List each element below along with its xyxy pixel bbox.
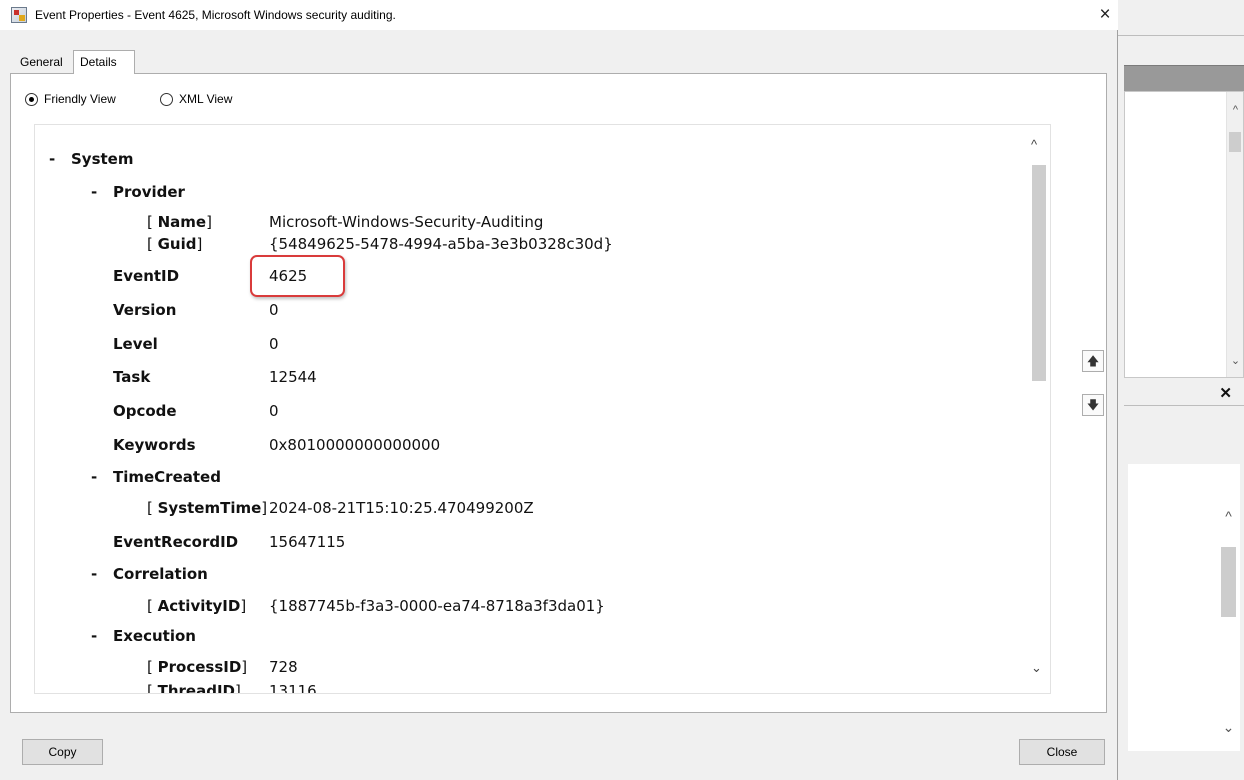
collapse-provider-icon[interactable]: - bbox=[91, 183, 97, 201]
close-window-button[interactable]: × bbox=[1092, 4, 1118, 26]
title-bar[interactable]: Event Properties - Event 4625, Microsoft… bbox=[0, 0, 1118, 30]
xml-view-label: XML View bbox=[179, 92, 233, 106]
field-opcode-value: 0 bbox=[269, 402, 279, 420]
attr-processid-value: 728 bbox=[269, 658, 298, 676]
arrow-up-icon: 🡅 bbox=[1086, 354, 1100, 368]
scroll-up-icon[interactable]: ^ bbox=[1220, 508, 1237, 524]
field-eventrecordid-label: EventRecordID bbox=[113, 533, 239, 551]
attr-processid: [ ProcessID] bbox=[147, 658, 248, 676]
field-opcode-label: Opcode bbox=[113, 402, 177, 420]
close-pane-icon[interactable]: ✕ bbox=[1219, 384, 1232, 402]
field-level-value: 0 bbox=[269, 335, 279, 353]
attr-guid-value: {54849625-5478-4994-a5ba-3e3b0328c30d} bbox=[269, 235, 613, 253]
window-title: Event Properties - Event 4625, Microsoft… bbox=[35, 8, 396, 22]
friendly-view-label: Friendly View bbox=[44, 92, 116, 106]
attr-guid-label: Guid bbox=[157, 235, 197, 253]
collapse-system-icon[interactable]: - bbox=[49, 150, 55, 168]
bg-list-scrollbar[interactable]: ^ ⌄ bbox=[1226, 92, 1243, 377]
field-task-label: Task bbox=[113, 368, 151, 386]
field-keywords-label: Keywords bbox=[113, 436, 196, 454]
attr-name: [ Name] bbox=[147, 213, 212, 231]
next-event-button[interactable]: 🡇 bbox=[1082, 394, 1104, 416]
details-scrollbar[interactable]: ^ ⌄ bbox=[1025, 125, 1050, 693]
attr-activityid: [ ActivityID] bbox=[147, 597, 247, 615]
attr-activityid-value: {1887745b-f3a3-0000-ea74-8718a3f3da01} bbox=[269, 597, 605, 615]
scroll-up-icon[interactable]: ^ bbox=[1227, 104, 1244, 116]
collapse-correlation-icon[interactable]: - bbox=[91, 565, 97, 583]
scroll-down-icon[interactable]: ⌄ bbox=[1227, 354, 1244, 367]
attr-systemtime-label: SystemTime bbox=[157, 499, 262, 517]
copy-button[interactable]: Copy bbox=[22, 739, 103, 765]
field-version-label: Version bbox=[113, 301, 177, 319]
attr-threadid-label: ThreadID bbox=[157, 682, 235, 694]
scrollbar-thumb[interactable] bbox=[1229, 132, 1241, 152]
collapse-timecreated-icon[interactable]: - bbox=[91, 468, 97, 486]
attr-guid: [ Guid] bbox=[147, 235, 203, 253]
attr-processid-label: ProcessID bbox=[157, 658, 242, 676]
friendly-view-radio[interactable]: Friendly View bbox=[25, 92, 116, 106]
arrow-down-icon: 🡇 bbox=[1086, 398, 1100, 412]
field-eventid-label: EventID bbox=[113, 267, 180, 285]
background-window: ^ ⌄ ✕ ^ ⌄ bbox=[1118, 0, 1244, 780]
scrollbar-thumb[interactable] bbox=[1221, 547, 1236, 617]
bg-event-list[interactable]: ^ ⌄ bbox=[1124, 91, 1244, 378]
radio-checked-icon bbox=[25, 92, 38, 106]
attr-threadid: [ ThreadID] bbox=[147, 682, 241, 694]
field-eventrecordid-value: 15647115 bbox=[269, 533, 346, 551]
bg-pane-header: ✕ bbox=[1124, 380, 1244, 406]
scroll-down-icon[interactable]: ⌄ bbox=[1031, 660, 1042, 676]
screen: ^ ⌄ ✕ ^ ⌄ Event Properties - Event 4625,… bbox=[0, 0, 1244, 780]
node-system: System bbox=[71, 150, 134, 168]
previous-event-button[interactable]: 🡅 bbox=[1082, 350, 1104, 372]
event-details-tree: - System - Provider [ Name] Microsoft-Wi… bbox=[35, 125, 1025, 694]
scrollbar-thumb[interactable] bbox=[1032, 165, 1046, 381]
scroll-up-icon[interactable]: ^ bbox=[1031, 137, 1037, 152]
node-provider: Provider bbox=[113, 183, 185, 201]
event-properties-dialog: Event Properties - Event 4625, Microsoft… bbox=[0, 0, 1118, 780]
attr-activityid-label: ActivityID bbox=[157, 597, 241, 615]
bg-detail-pane[interactable]: ^ ⌄ bbox=[1128, 464, 1240, 751]
bg-divider bbox=[1118, 35, 1244, 36]
attr-threadid-value: 13116 bbox=[269, 682, 317, 694]
radio-unchecked-icon bbox=[160, 92, 173, 106]
friendly-view-content[interactable]: - System - Provider [ Name] Microsoft-Wi… bbox=[34, 124, 1051, 694]
collapse-execution-icon[interactable]: - bbox=[91, 627, 97, 645]
field-version-value: 0 bbox=[269, 301, 279, 319]
attr-systemtime: [ SystemTime] bbox=[147, 499, 268, 517]
tab-details[interactable]: Details bbox=[73, 50, 135, 74]
field-keywords-value: 0x8010000000000000 bbox=[269, 436, 441, 454]
field-level-label: Level bbox=[113, 335, 158, 353]
bg-header-bar bbox=[1124, 65, 1244, 91]
node-execution: Execution bbox=[113, 627, 196, 645]
attr-name-label: Name bbox=[157, 213, 207, 231]
event-viewer-icon bbox=[11, 7, 27, 23]
scroll-down-icon[interactable]: ⌄ bbox=[1220, 719, 1237, 736]
close-button[interactable]: Close bbox=[1019, 739, 1105, 765]
attr-systemtime-value: 2024-08-21T15:10:25.470499200Z bbox=[269, 499, 534, 517]
node-correlation: Correlation bbox=[113, 565, 208, 583]
attr-name-value: Microsoft-Windows-Security-Auditing bbox=[269, 213, 544, 231]
tab-general[interactable]: General bbox=[14, 52, 73, 73]
node-timecreated: TimeCreated bbox=[113, 468, 221, 486]
bg-detail-scrollbar[interactable]: ^ ⌄ bbox=[1216, 464, 1240, 751]
xml-view-radio[interactable]: XML View bbox=[160, 92, 232, 106]
details-tab-panel: Friendly View XML View - System - Provid… bbox=[10, 73, 1107, 713]
field-task-value: 12544 bbox=[269, 368, 317, 386]
eventid-highlight-annotation bbox=[250, 255, 345, 297]
